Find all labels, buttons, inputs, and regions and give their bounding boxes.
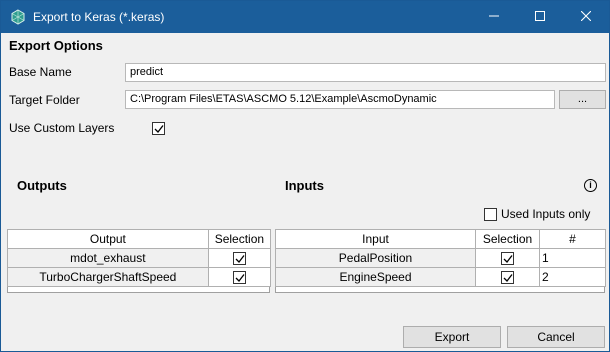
output-name-cell[interactable]: TurboChargerShaftSpeed <box>7 267 209 287</box>
input-name-cell[interactable]: PedalPosition <box>275 248 476 268</box>
inputs-header-row: Input Selection # <box>275 229 606 249</box>
checkmark-icon <box>503 274 513 283</box>
inputs-grid: Input Selection # PedalPosition 1 Engine… <box>275 229 606 293</box>
input-index-cell[interactable]: 1 <box>539 248 606 268</box>
selection-column-header[interactable]: Selection <box>207 229 272 249</box>
window-title: Export to Keras (*.keras) <box>33 10 165 24</box>
input-name-cell[interactable]: EngineSpeed <box>275 267 476 287</box>
target-folder-label: Target Folder <box>9 93 80 107</box>
selection-cell[interactable] <box>475 267 540 287</box>
output-column-header[interactable]: Output <box>7 229 209 249</box>
outputs-header-row: Output Selection <box>7 229 272 249</box>
export-dialog-window: Export to Keras (*.keras) Export Options… <box>0 0 610 352</box>
browse-folder-button[interactable]: ... <box>559 90 606 109</box>
title-bar[interactable]: Export to Keras (*.keras) <box>1 1 609 33</box>
close-button[interactable] <box>563 1 609 33</box>
input-column-header[interactable]: Input <box>275 229 476 249</box>
checkmark-icon <box>235 255 245 264</box>
base-name-input[interactable]: predict <box>125 63 606 82</box>
checkmark-icon <box>503 255 513 264</box>
custom-layers-checkbox[interactable] <box>152 122 165 135</box>
output-selection-checkbox[interactable] <box>232 252 246 266</box>
inputs-table: Input Selection # PedalPosition 1 Engine… <box>275 229 606 287</box>
output-name-cell[interactable]: mdot_exhaust <box>7 248 209 268</box>
info-icon[interactable]: i <box>584 179 597 192</box>
selection-cell[interactable] <box>475 248 540 268</box>
outputs-table: Output Selection mdot_exhaust TurboCharg… <box>7 229 272 287</box>
table-row[interactable]: mdot_exhaust <box>7 248 272 268</box>
base-name-label: Base Name <box>9 65 72 79</box>
input-index-cell[interactable]: 2 <box>539 267 606 287</box>
output-selection-checkbox[interactable] <box>232 271 246 285</box>
table-row[interactable]: EngineSpeed 2 <box>275 267 606 287</box>
minimize-button[interactable] <box>471 1 517 33</box>
export-options-heading: Export Options <box>9 38 103 53</box>
table-row[interactable]: TurboChargerShaftSpeed <box>7 267 272 287</box>
outputs-heading: Outputs <box>17 178 67 193</box>
maximize-button[interactable] <box>517 1 563 33</box>
maximize-icon <box>535 10 545 24</box>
input-selection-checkbox[interactable] <box>501 252 514 266</box>
keras-app-icon <box>10 9 26 25</box>
minimize-icon <box>489 10 499 24</box>
export-button[interactable]: Export <box>403 326 501 348</box>
dialog-content: Export Options Base Name predict Target … <box>1 33 609 351</box>
target-folder-input[interactable]: C:\Program Files\ETAS\ASCMO 5.12\Example… <box>125 90 555 109</box>
checkmark-icon <box>154 125 164 133</box>
selection-cell[interactable] <box>207 267 272 287</box>
used-inputs-only-label: Used Inputs only <box>501 207 591 221</box>
outputs-grid: Output Selection mdot_exhaust TurboCharg… <box>7 229 272 293</box>
selection-column-header[interactable]: Selection <box>475 229 540 249</box>
selection-cell[interactable] <box>207 248 272 268</box>
input-selection-checkbox[interactable] <box>501 271 514 285</box>
custom-layers-label: Use Custom Layers <box>9 121 115 135</box>
used-inputs-only-checkbox[interactable] <box>484 208 497 221</box>
cancel-button[interactable]: Cancel <box>507 326 605 348</box>
table-row[interactable]: PedalPosition 1 <box>275 248 606 268</box>
close-icon <box>580 10 592 24</box>
inputs-heading: Inputs <box>285 178 324 193</box>
index-column-header[interactable]: # <box>539 229 606 249</box>
checkmark-icon <box>235 274 245 283</box>
